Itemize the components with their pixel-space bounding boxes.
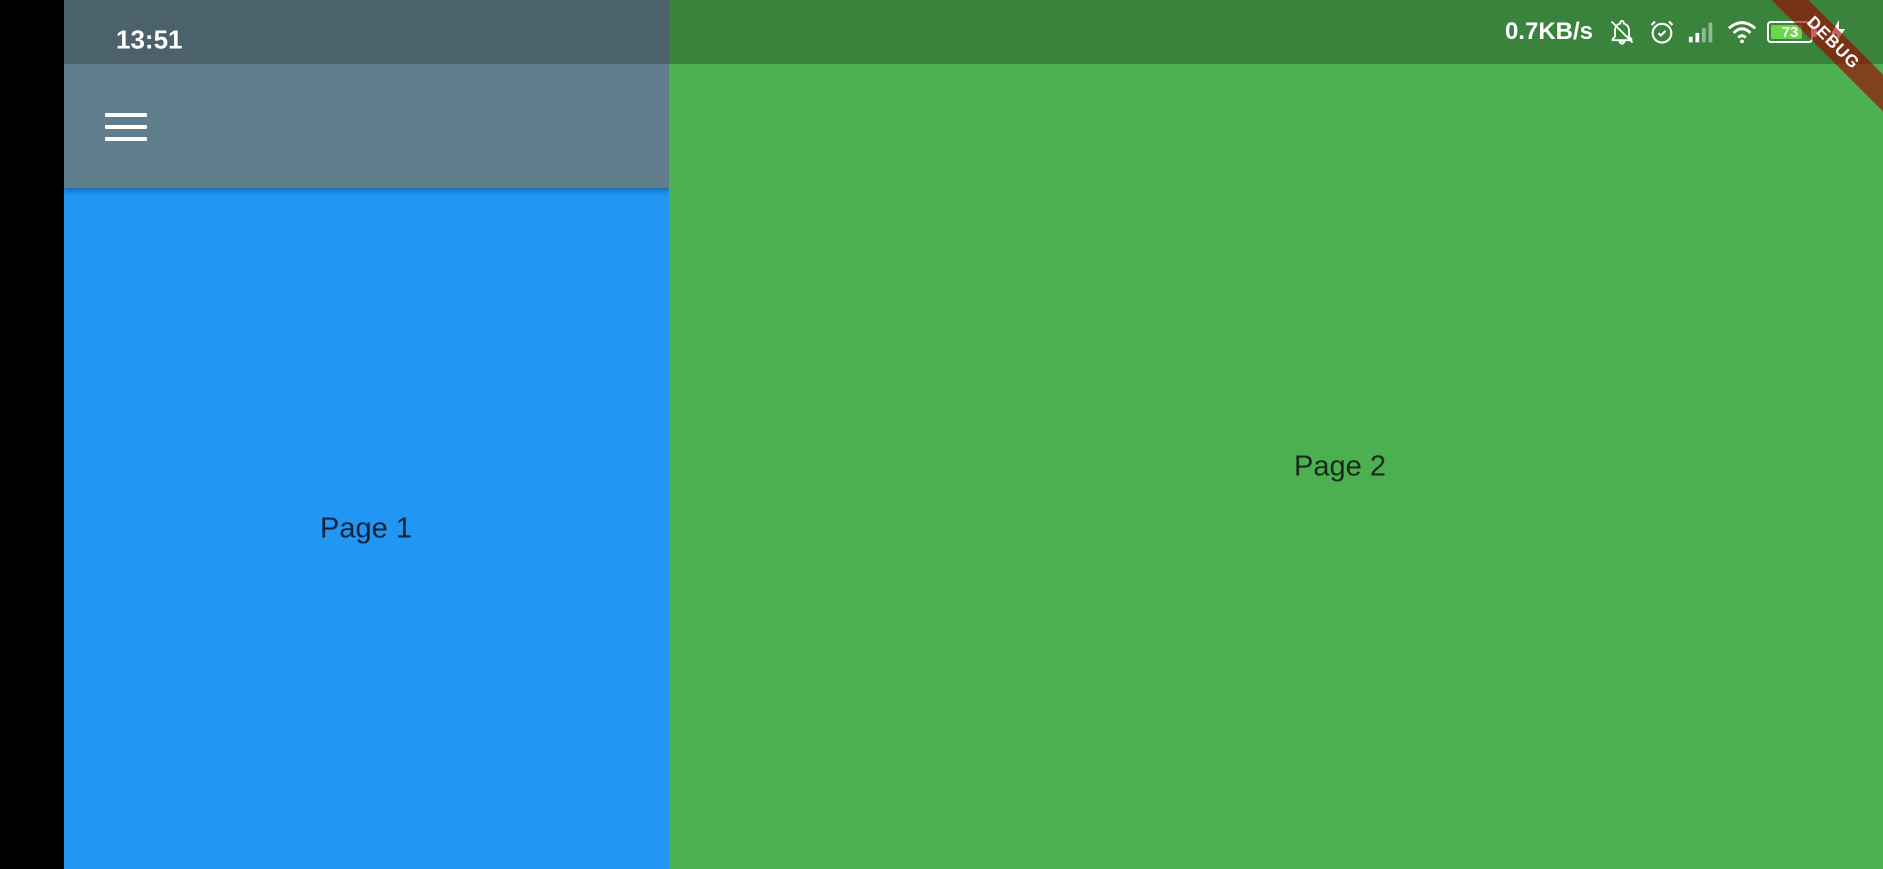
page-1-panel: Page 1 <box>64 0 669 869</box>
device-screen: Page 2 Page 1 13:51 0.7KB/s 73 DEBUG <box>0 0 1883 869</box>
debug-banner-label: DEBUG <box>1763 0 1883 116</box>
menu-button[interactable] <box>96 103 156 151</box>
notifications-off-icon <box>1607 17 1637 47</box>
wifi-icon <box>1727 17 1757 47</box>
left-bezel <box>0 0 64 869</box>
status-bar: 13:51 0.7KB/s 73 <box>64 0 1883 64</box>
debug-banner: DEBUG <box>1763 0 1883 120</box>
menu-icon <box>105 113 147 141</box>
alarm-icon <box>1647 17 1677 47</box>
status-time: 13:51 <box>116 24 183 55</box>
page-1-label: Page 1 <box>320 512 412 545</box>
network-speed: 0.7KB/s <box>1504 18 1593 45</box>
page-2-label: Page 2 <box>1294 450 1386 483</box>
signal-icon <box>1687 17 1717 47</box>
